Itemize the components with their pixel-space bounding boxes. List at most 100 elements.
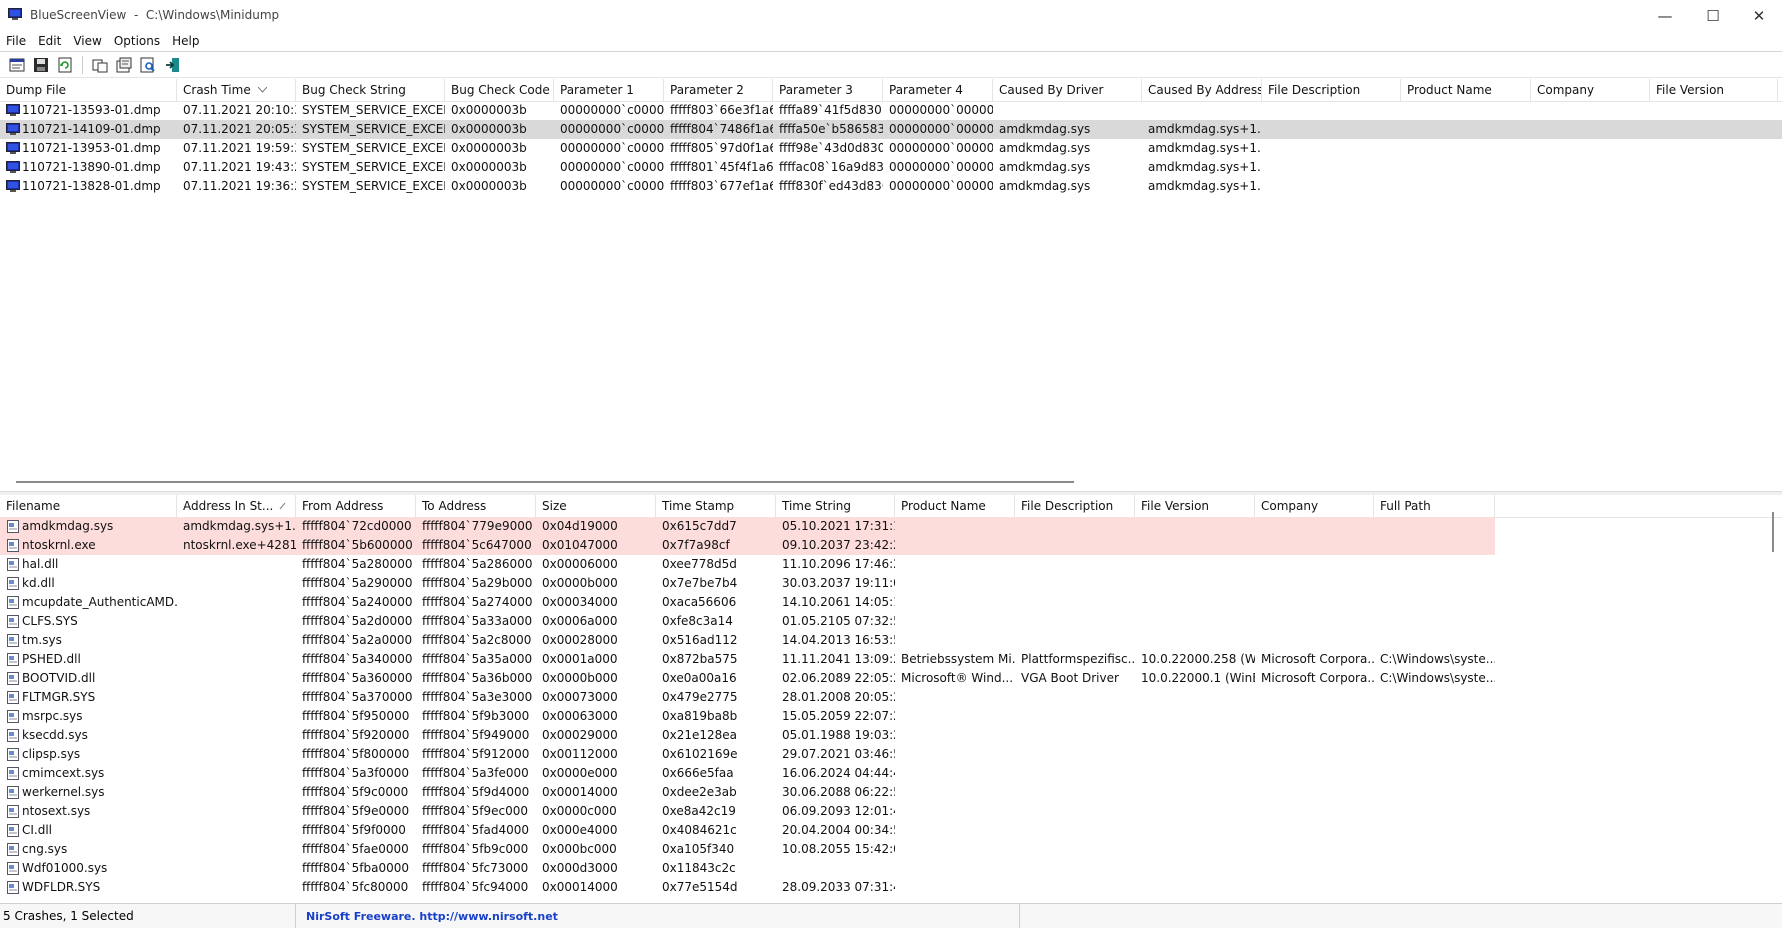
col-product-name[interactable]: Product Name — [1401, 79, 1531, 101]
cell-size: 0x0001a000 — [542, 652, 618, 666]
crash-row[interactable]: 110721-13890-01.dmp 07.11.2021 19:43:26 SY… — [0, 158, 1782, 177]
crash-row[interactable]: 110721-13828-01.dmp 07.11.2021 19:36:28 SY… — [0, 177, 1782, 196]
driver-row[interactable]: msrpc.sys fffff804`5f950000 fffff804`5f9b3… — [0, 707, 1782, 726]
col-file-version-drv[interactable]: File Version — [1135, 495, 1255, 517]
driver-row[interactable]: hal.dll fffff804`5a280000 fffff804`5a28600… — [0, 555, 1782, 574]
cell-time-stamp: 0xe8a42c19 — [662, 804, 736, 818]
col-parameter-4[interactable]: Parameter 4 — [883, 79, 993, 101]
nirsoft-link[interactable]: NirSoft Freeware. http://www.nirsoft.net — [306, 910, 558, 923]
cell-product-name — [895, 574, 1015, 593]
crash-row[interactable]: 110721-13593-01.dmp 07.11.2021 20:10:30 SY… — [0, 101, 1782, 120]
cell-file-version — [1135, 840, 1255, 859]
col-filename[interactable]: Filename — [0, 495, 177, 517]
minimize-button[interactable]: — — [1642, 0, 1688, 31]
menu-file[interactable]: File — [0, 31, 32, 51]
driver-row[interactable]: Wdf01000.sys fffff804`5fba0000 fffff804`5f… — [0, 859, 1782, 878]
cell-full-path — [1374, 707, 1495, 726]
driver-row[interactable]: cmimcext.sys fffff804`5a3f0000 fffff804`5a… — [0, 764, 1782, 783]
cell-time-string: 20.04.2004 00:34:52 — [782, 823, 895, 837]
crash-row[interactable]: 110721-14109-01.dmp 07.11.2021 20:05:33 SY… — [0, 120, 1782, 139]
driver-row[interactable]: clipsp.sys fffff804`5f800000 fffff804`5f91… — [0, 745, 1782, 764]
driver-row[interactable]: kd.dll fffff804`5a290000 fffff804`5a29b000… — [0, 574, 1782, 593]
col-parameter-1[interactable]: Parameter 1 — [554, 79, 664, 101]
driver-row[interactable]: ntosext.sys fffff804`5f9e0000 fffff804`5f9… — [0, 802, 1782, 821]
status-empty — [1020, 904, 1782, 928]
driver-row[interactable]: BOOTVID.dll fffff804`5a360000 fffff804`5a3… — [0, 669, 1782, 688]
col-caused-by-address[interactable]: Caused By Address — [1142, 79, 1262, 101]
cell-to-address: fffff804`5a274000 — [422, 595, 533, 609]
col-time-stamp[interactable]: Time Stamp — [656, 495, 776, 517]
col-size[interactable]: Size — [536, 495, 656, 517]
cell-parameter-2: fffff803`66e3f1a6 — [670, 103, 773, 117]
driver-row[interactable]: PSHED.dll fffff804`5a340000 fffff804`5a35a… — [0, 650, 1782, 669]
cell-company — [1255, 726, 1374, 745]
cell-product-name — [895, 517, 1015, 536]
driver-row[interactable]: mcupdate_AuthenticAMD.dll fffff804`5a2400… — [0, 593, 1782, 612]
driver-row[interactable]: ntoskrnl.exe ntoskrnl.exe+4281a9 fffff804`… — [0, 536, 1495, 555]
driver-row[interactable]: werkernel.sys fffff804`5f9c0000 fffff804`5… — [0, 783, 1782, 802]
col-caused-by-driver[interactable]: Caused By Driver — [993, 79, 1142, 101]
cell-time-string: 28.09.2033 07:31:41 — [782, 880, 895, 894]
cell-dump-file: 110721-13828-01.dmp — [22, 179, 161, 193]
cell-product-name — [895, 840, 1015, 859]
cell-product-name — [895, 821, 1015, 840]
driver-row[interactable]: CLFS.SYS fffff804`5a2d0000 fffff804`5a33a0… — [0, 612, 1782, 631]
driver-list: Filename Address In St... From Address T… — [0, 495, 1782, 900]
exit-icon[interactable] — [163, 56, 181, 74]
html-report-icon[interactable] — [8, 56, 26, 74]
close-button[interactable]: ✕ — [1736, 0, 1782, 31]
col-file-description[interactable]: File Description — [1262, 79, 1401, 101]
driver-row[interactable]: FLTMGR.SYS fffff804`5a370000 fffff804`5a3e… — [0, 688, 1782, 707]
crash-row[interactable]: 110721-13953-01.dmp 07.11.2021 19:59:37 SY… — [0, 139, 1782, 158]
col-bug-check-code[interactable]: Bug Check Code — [445, 79, 554, 101]
find-icon[interactable] — [139, 56, 157, 74]
cell-company — [1255, 688, 1374, 707]
cell-filename: PSHED.dll — [22, 652, 81, 666]
cell-file-description — [1015, 536, 1135, 555]
cell-filename: hal.dll — [22, 557, 59, 571]
col-bug-check-string[interactable]: Bug Check String — [296, 79, 445, 101]
col-file-version[interactable]: File Version — [1650, 79, 1778, 101]
col-parameter-3[interactable]: Parameter 3 — [773, 79, 883, 101]
cell-full-path — [1374, 536, 1495, 555]
sort-indicator-icon — [258, 87, 267, 93]
title-bar[interactable]: BlueScreenView - C:\Windows\Minidump — ☐… — [0, 0, 1782, 31]
menu-view[interactable]: View — [67, 31, 107, 51]
menu-edit[interactable]: Edit — [32, 31, 67, 51]
col-product-name-drv[interactable]: Product Name — [895, 495, 1015, 517]
driver-row[interactable]: tm.sys fffff804`5a2a0000 fffff804`5a2c8000… — [0, 631, 1782, 650]
properties-icon[interactable] — [115, 56, 133, 74]
driver-row[interactable]: ksecdd.sys fffff804`5f920000 fffff804`5f94… — [0, 726, 1782, 745]
col-company-drv[interactable]: Company — [1255, 495, 1374, 517]
status-nirsoft[interactable]: NirSoft Freeware. http://www.nirsoft.net — [296, 904, 1020, 928]
cell-size: 0x04d19000 — [542, 519, 618, 533]
col-crash-time[interactable]: Crash Time — [177, 79, 296, 101]
cell-filename: ntoskrnl.exe — [22, 538, 96, 552]
col-dump-file[interactable]: Dump File — [0, 79, 177, 101]
col-company[interactable]: Company — [1531, 79, 1650, 101]
driver-row[interactable]: amdkmdag.sys amdkmdag.sys+1... fffff804`72… — [0, 517, 1495, 536]
col-parameter-2[interactable]: Parameter 2 — [664, 79, 773, 101]
driver-row[interactable]: cng.sys fffff804`5fae0000 fffff804`5fb9c00… — [0, 840, 1782, 859]
col-file-description-drv[interactable]: File Description — [1015, 495, 1135, 517]
horizontal-scrollbar[interactable] — [16, 481, 1074, 483]
cell-company: Microsoft Corpora... — [1261, 652, 1374, 666]
col-time-string[interactable]: Time String — [776, 495, 895, 517]
cell-time-stamp: 0xa105f340 — [662, 842, 735, 856]
save-icon[interactable] — [32, 56, 50, 74]
cell-full-path — [1374, 574, 1495, 593]
driver-row[interactable]: WDFLDR.SYS fffff804`5fc80000 fffff804`5fc9… — [0, 878, 1782, 897]
col-to-address[interactable]: To Address — [416, 495, 536, 517]
col-from-address[interactable]: From Address — [296, 495, 416, 517]
menu-help[interactable]: Help — [166, 31, 205, 51]
cell-filename: BOOTVID.dll — [22, 671, 96, 685]
refresh-icon[interactable] — [56, 56, 74, 74]
maximize-button[interactable]: ☐ — [1690, 0, 1736, 31]
cell-file-description — [1015, 821, 1135, 840]
driver-row[interactable]: CI.dll fffff804`5f9f0000 fffff804`5fad4000… — [0, 821, 1782, 840]
vertical-scrollbar[interactable] — [1772, 512, 1774, 552]
menu-options[interactable]: Options — [108, 31, 166, 51]
copy-icon[interactable] — [91, 56, 109, 74]
col-full-path[interactable]: Full Path — [1374, 495, 1495, 517]
cell-company — [1531, 177, 1650, 196]
